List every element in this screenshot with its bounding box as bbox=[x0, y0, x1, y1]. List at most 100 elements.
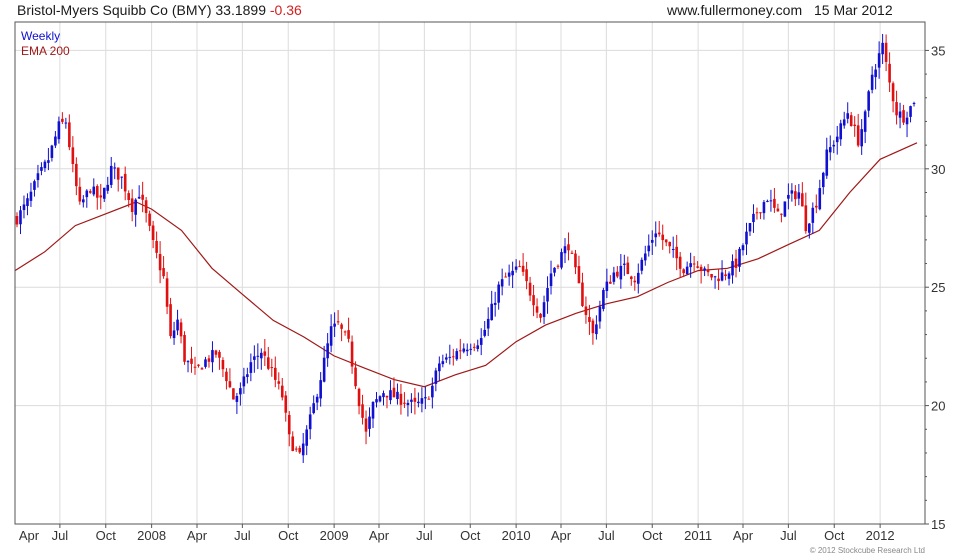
candle-up bbox=[82, 199, 85, 203]
candle-up bbox=[605, 281, 609, 292]
candle-up bbox=[738, 248, 741, 267]
candle-up bbox=[176, 319, 179, 331]
candle-down bbox=[294, 448, 298, 450]
candle-up bbox=[326, 343, 329, 359]
candle-up bbox=[448, 356, 452, 358]
candle-up bbox=[462, 348, 466, 352]
candle-down bbox=[200, 368, 204, 370]
candle-down bbox=[364, 418, 368, 432]
candle-up bbox=[315, 396, 319, 403]
candle-up bbox=[486, 318, 490, 329]
candle-up bbox=[36, 173, 40, 181]
candle-down bbox=[148, 213, 151, 226]
candle-down bbox=[591, 320, 595, 334]
candle-down bbox=[609, 281, 612, 284]
x-tick-label: 2011 bbox=[684, 528, 712, 543]
candle-up bbox=[26, 198, 29, 206]
candle-down bbox=[504, 276, 507, 278]
candle-down bbox=[853, 124, 856, 126]
candle-up bbox=[239, 388, 242, 395]
candle-down bbox=[518, 266, 521, 268]
candle-down bbox=[347, 330, 350, 339]
candle-up bbox=[546, 288, 549, 302]
candle-down bbox=[724, 274, 727, 277]
candle-up bbox=[909, 106, 912, 117]
candle-up bbox=[211, 350, 214, 363]
candle-up bbox=[818, 188, 822, 210]
candle-up bbox=[246, 374, 249, 377]
candle-down bbox=[532, 295, 535, 306]
candle-down bbox=[427, 398, 431, 400]
candle-up bbox=[731, 261, 734, 276]
candle-down bbox=[759, 212, 762, 214]
candle-down bbox=[521, 265, 525, 272]
candle-up bbox=[378, 396, 382, 402]
candle-down bbox=[298, 447, 302, 453]
site-link[interactable]: www.fullermoney.com bbox=[667, 2, 802, 18]
candle-down bbox=[340, 324, 343, 329]
candle-up bbox=[322, 357, 326, 382]
candle-down bbox=[228, 381, 232, 388]
candle-down bbox=[350, 341, 354, 367]
candle-down bbox=[280, 385, 284, 398]
candle-up bbox=[598, 306, 602, 322]
candle-up bbox=[623, 263, 626, 265]
candle-up bbox=[783, 201, 787, 217]
candle-down bbox=[158, 253, 162, 271]
candle-up bbox=[881, 42, 884, 55]
candle-down bbox=[584, 306, 588, 315]
candle-up bbox=[549, 273, 553, 287]
candle-up bbox=[375, 399, 378, 403]
candle-down bbox=[856, 125, 860, 146]
candle-down bbox=[616, 271, 619, 277]
candle-up bbox=[846, 113, 850, 119]
candle-up bbox=[479, 338, 483, 345]
candle-up bbox=[431, 385, 434, 398]
candle-down bbox=[849, 115, 853, 127]
x-tick-label: Apr bbox=[19, 528, 40, 543]
candle-down bbox=[95, 186, 99, 198]
candle-down bbox=[361, 404, 364, 418]
candle-down bbox=[225, 371, 228, 382]
candle-down bbox=[232, 388, 235, 400]
candle-up bbox=[301, 443, 305, 456]
candle-up bbox=[811, 207, 815, 223]
candle-up bbox=[752, 213, 755, 223]
candle-down bbox=[682, 269, 685, 274]
candle-down bbox=[801, 193, 804, 207]
candle-up bbox=[898, 111, 902, 118]
candle-down bbox=[284, 395, 288, 413]
x-tick-label: Jul bbox=[52, 528, 69, 543]
candle-down bbox=[179, 322, 183, 337]
candle-up bbox=[825, 149, 829, 176]
candle-down bbox=[357, 388, 361, 407]
candle-down bbox=[626, 262, 630, 275]
candle-down bbox=[472, 346, 476, 348]
candle-down bbox=[273, 367, 277, 380]
candle-down bbox=[773, 198, 776, 208]
candle-down bbox=[734, 258, 738, 268]
y-tick-label: 20 bbox=[931, 399, 945, 414]
candle-up bbox=[19, 210, 22, 225]
candle-up bbox=[476, 345, 480, 349]
candle-up bbox=[455, 351, 459, 360]
candle-up bbox=[22, 204, 26, 211]
candle-up bbox=[329, 326, 333, 346]
candle-down bbox=[403, 402, 406, 404]
candle-up bbox=[863, 111, 867, 132]
candle-up bbox=[396, 391, 399, 400]
candle-up bbox=[870, 74, 874, 90]
candle-up bbox=[636, 272, 640, 284]
candle-up bbox=[420, 398, 424, 404]
candle-down bbox=[343, 331, 347, 333]
candle-up bbox=[172, 330, 176, 339]
candle-up bbox=[469, 348, 473, 350]
candle-up bbox=[389, 390, 392, 401]
y-tick-label: 30 bbox=[931, 162, 945, 177]
candle-down bbox=[183, 335, 186, 362]
candle-down bbox=[664, 239, 668, 243]
candle-down bbox=[144, 200, 148, 214]
x-tick-label: 2010 bbox=[502, 528, 531, 543]
candle-up bbox=[33, 181, 36, 190]
candle-up bbox=[497, 284, 500, 303]
